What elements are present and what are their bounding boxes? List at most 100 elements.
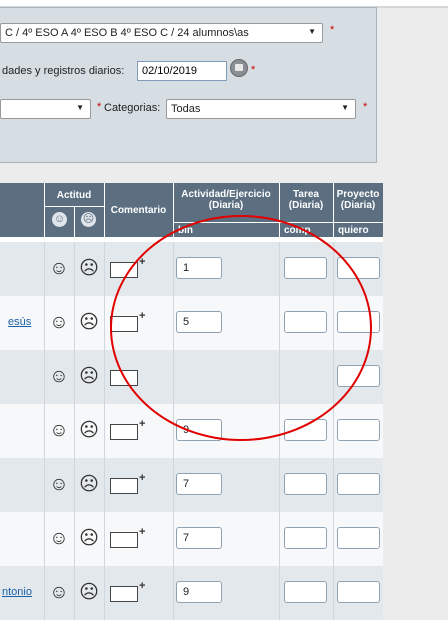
column-divider xyxy=(74,350,75,404)
column-divider xyxy=(104,512,105,566)
column-divider xyxy=(279,458,280,512)
column-divider xyxy=(279,512,280,566)
sad-face-icon[interactable]: ☹ xyxy=(79,367,99,387)
column-divider xyxy=(44,512,45,566)
comment-icon[interactable] xyxy=(110,586,138,602)
table-row: ☺ ☹ + 7 xyxy=(0,512,383,566)
comment-icon[interactable] xyxy=(110,424,138,440)
add-comment-icon[interactable]: + xyxy=(139,311,145,322)
column-divider xyxy=(74,566,75,620)
sad-face-icon[interactable]: ☹ xyxy=(79,583,99,603)
actividad-input[interactable]: 5 xyxy=(176,311,222,333)
proyecto-input[interactable] xyxy=(337,311,380,333)
table-row: esús ☺ ☹ + 5 xyxy=(0,296,383,350)
sad-face-icon[interactable]: ☹ xyxy=(79,259,99,279)
column-divider xyxy=(104,350,105,404)
required-mark: * xyxy=(363,101,368,113)
column-divider xyxy=(173,566,174,620)
comment-icon[interactable] xyxy=(110,478,138,494)
add-comment-icon[interactable]: + xyxy=(139,257,145,268)
header-proyecto: Proyecto (Diaria) xyxy=(336,189,380,211)
actividad-input[interactable]: 7 xyxy=(176,473,222,495)
sad-face-icon[interactable]: ☹ xyxy=(79,529,99,549)
add-comment-icon[interactable]: + xyxy=(139,473,145,484)
happy-face-icon[interactable]: ☺ xyxy=(49,475,69,495)
tarea-input[interactable] xyxy=(284,473,327,495)
add-comment-icon[interactable]: + xyxy=(139,419,145,430)
add-comment-icon[interactable]: + xyxy=(139,581,145,592)
tarea-input[interactable] xyxy=(284,311,327,333)
proyecto-input[interactable] xyxy=(337,365,380,387)
column-divider xyxy=(44,404,45,458)
sad-face-icon[interactable]: ☹ xyxy=(79,475,99,495)
student-name-link[interactable]: esús xyxy=(8,316,31,328)
happy-face-icon[interactable]: ☺ xyxy=(49,367,69,387)
column-divider xyxy=(333,296,334,350)
column-divider xyxy=(173,512,174,566)
required-mark: * xyxy=(97,101,102,113)
subheader-tarea: comp xyxy=(284,225,311,236)
happy-face-icon[interactable]: ☺ xyxy=(49,583,69,603)
column-divider xyxy=(279,242,280,296)
required-mark: * xyxy=(251,64,256,76)
sad-face-icon[interactable]: ☹ xyxy=(79,421,99,441)
column-divider xyxy=(74,458,75,512)
proyecto-input[interactable] xyxy=(337,419,380,441)
happy-face-icon[interactable]: ☺ xyxy=(49,259,69,279)
proyecto-input[interactable] xyxy=(337,581,380,603)
proyecto-input[interactable] xyxy=(337,527,380,549)
happy-face-icon[interactable]: ☺ xyxy=(49,313,69,333)
chevron-down-icon: ▼ xyxy=(76,103,84,112)
comment-icon[interactable] xyxy=(110,316,138,332)
actividad-input[interactable]: 7 xyxy=(176,527,222,549)
comment-icon[interactable] xyxy=(110,262,138,278)
tarea-input[interactable] xyxy=(284,527,327,549)
tarea-input[interactable] xyxy=(284,419,327,441)
column-divider xyxy=(333,242,334,296)
happy-face-icon[interactable]: ☺ xyxy=(49,529,69,549)
table-row: ntonio ☺ ☹ + 9 xyxy=(0,566,383,620)
chevron-down-icon: ▼ xyxy=(308,27,316,36)
table-row: ☺ ☹ + 9 xyxy=(0,404,383,458)
category-label: Categorias: xyxy=(104,102,161,114)
column-divider xyxy=(279,296,280,350)
column-divider xyxy=(44,566,45,620)
student-name-link[interactable]: ntonio xyxy=(2,586,32,598)
actividad-input[interactable]: 9 xyxy=(176,419,222,441)
column-divider xyxy=(279,350,280,404)
proyecto-input[interactable] xyxy=(337,257,380,279)
subject-select[interactable]: ▼ xyxy=(0,99,91,119)
sad-face-icon[interactable]: ☹ xyxy=(81,212,96,227)
add-comment-icon[interactable]: + xyxy=(139,527,145,538)
required-mark: * xyxy=(330,24,335,36)
happy-face-icon[interactable]: ☺ xyxy=(49,421,69,441)
column-divider xyxy=(74,296,75,350)
tarea-input[interactable] xyxy=(284,257,327,279)
proyecto-input[interactable] xyxy=(337,473,380,495)
table-row: ☺ ☹ xyxy=(0,350,383,404)
group-select[interactable]: C / 4º ESO A 4º ESO B 4º ESO C / 24 alum… xyxy=(0,23,323,43)
actividad-input[interactable]: 1 xyxy=(176,257,222,279)
sad-face-icon[interactable]: ☹ xyxy=(79,313,99,333)
header-divider xyxy=(279,183,280,237)
calendar-icon[interactable] xyxy=(230,59,248,77)
table-header: Actitud ☺ ☹ Comentario Actividad/Ejercic… xyxy=(0,183,383,237)
filter-panel: C / 4º ESO A 4º ESO B 4º ESO C / 24 alum… xyxy=(0,7,377,163)
comment-icon[interactable] xyxy=(110,370,138,386)
actividad-input[interactable]: 9 xyxy=(176,581,222,603)
tarea-input[interactable] xyxy=(284,581,327,603)
column-divider xyxy=(74,242,75,296)
category-select[interactable]: Todas ▼ xyxy=(166,99,356,119)
column-divider xyxy=(44,296,45,350)
column-divider xyxy=(44,458,45,512)
comment-icon[interactable] xyxy=(110,532,138,548)
date-input[interactable]: 02/10/2019 xyxy=(137,61,227,81)
column-divider xyxy=(74,404,75,458)
column-divider xyxy=(333,404,334,458)
date-label: dades y registros diarios: xyxy=(2,65,125,77)
column-divider xyxy=(104,404,105,458)
table-row: ☺ ☹ + 7 xyxy=(0,458,383,512)
header-actitud: Actitud xyxy=(56,190,92,201)
column-divider xyxy=(104,458,105,512)
happy-face-icon[interactable]: ☺ xyxy=(52,212,67,227)
